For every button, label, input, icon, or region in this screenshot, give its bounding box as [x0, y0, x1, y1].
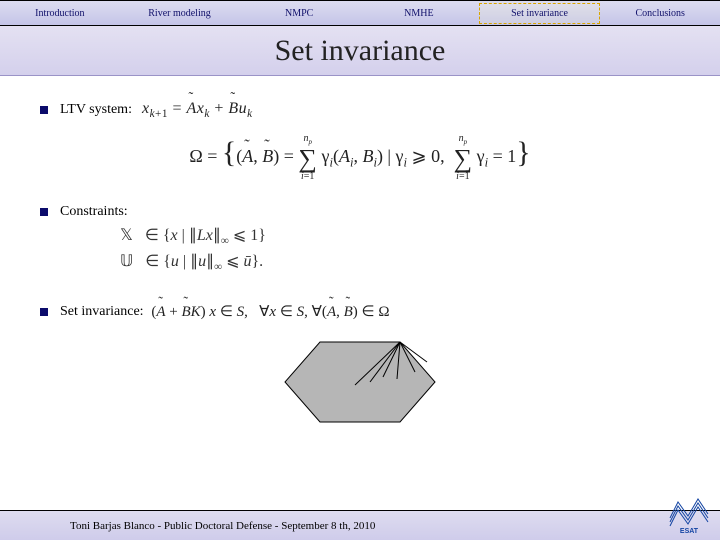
constraint-x: 𝕏 ∈ {x | ∥Lx∥∞ ⩽ 1} — [120, 224, 680, 250]
omega-equation: Ω = {(A, B) = np ∑ i=1 γi(Ai, Bi) | γi ⩾… — [40, 134, 680, 182]
footer-text: Toni Barjas Blanco - Public Doctoral Def… — [70, 520, 375, 532]
nav-introduction[interactable]: Introduction — [0, 4, 120, 23]
nav-nmhe[interactable]: NMHE — [359, 4, 479, 23]
setinv-equation: (A + BK) x ∈ S, ∀x ∈ S, ∀(A, B) ∈ Ω — [148, 302, 390, 321]
bullet-icon — [40, 308, 48, 316]
top-nav: Introduction River modeling NMPC NMHE Se… — [0, 0, 720, 26]
hexagon-icon — [265, 327, 455, 437]
esat-logo: ESAT — [666, 494, 712, 534]
constraints-equations: 𝕏 ∈ {x | ∥Lx∥∞ ⩽ 1} 𝕌 ∈ {u | ∥u∥∞ ⩽ ū}. — [120, 224, 680, 276]
nav-conclusions[interactable]: Conclusions — [600, 4, 720, 23]
ltv-equation: xk+1 = Axk + Buk — [142, 100, 253, 120]
logo-text: ESAT — [680, 528, 699, 534]
bullet-setinv: Set invariance: (A + BK) x ∈ S, ∀x ∈ S, … — [40, 302, 680, 321]
bullet-constraints: Constraints: — [40, 204, 680, 220]
constraints-label: Constraints: — [60, 204, 128, 220]
bullet-ltv: LTV system: xk+1 = Axk + Buk — [40, 100, 680, 120]
nav-nmpc[interactable]: NMPC — [239, 4, 359, 23]
ltv-label: LTV system: — [60, 102, 132, 118]
bullet-icon — [40, 208, 48, 216]
constraint-u: 𝕌 ∈ {u | ∥u∥∞ ⩽ ū}. — [120, 250, 680, 276]
slide-content: LTV system: xk+1 = Axk + Buk Ω = {(A, B)… — [0, 76, 720, 442]
nav-set-invariance[interactable]: Set invariance — [479, 3, 601, 24]
bullet-icon — [40, 106, 48, 114]
slide-title: Set invariance — [0, 26, 720, 76]
footer-bar: Toni Barjas Blanco - Public Doctoral Def… — [0, 510, 720, 540]
nav-river-modeling[interactable]: River modeling — [120, 4, 240, 23]
setinv-label: Set invariance: — [60, 304, 144, 320]
hexagon-figure — [40, 327, 680, 442]
